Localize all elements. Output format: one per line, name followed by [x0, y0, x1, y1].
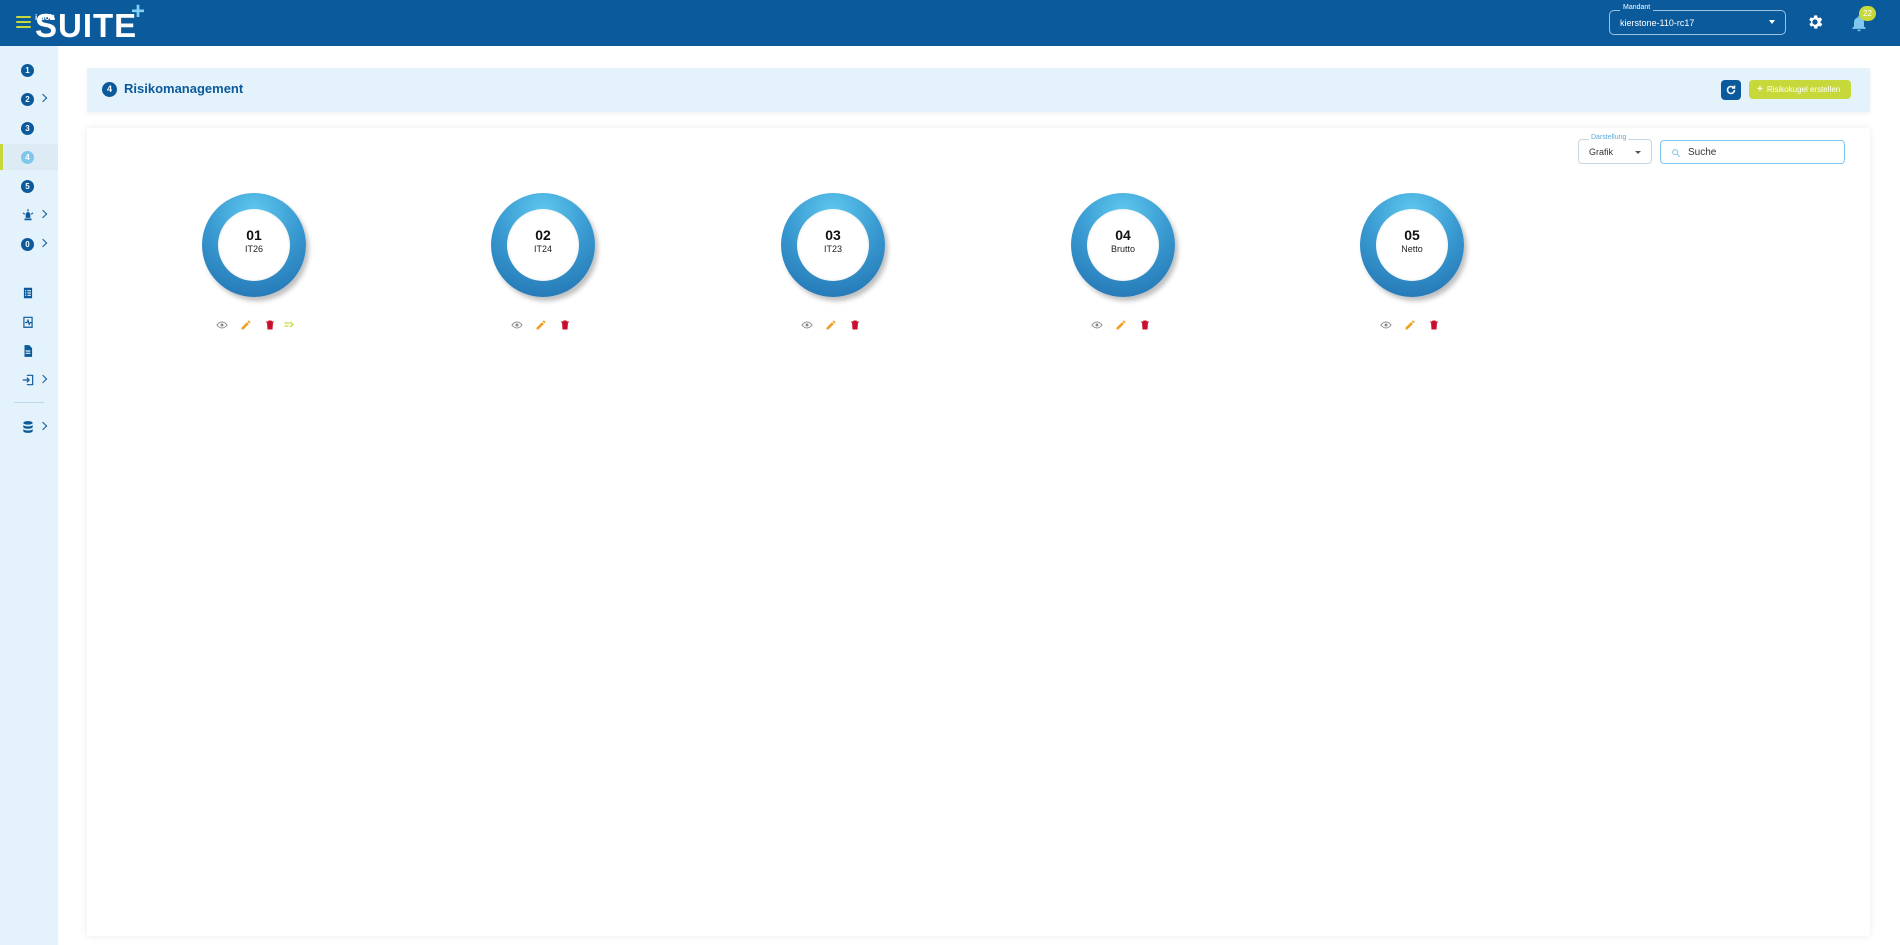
risikokugel-name: IT24	[533, 244, 552, 254]
risikokugel-02[interactable]: 02 IT24	[491, 193, 595, 297]
chevron-right-icon	[38, 238, 48, 248]
eye-icon[interactable]	[1091, 319, 1103, 331]
trash-icon[interactable]	[849, 319, 861, 331]
sidebar-item-5[interactable]: 5	[0, 173, 58, 199]
sidebar-item-3[interactable]: 3	[0, 115, 58, 141]
create-risikokugel-button[interactable]: + Risikokugel erstellen	[1749, 80, 1851, 99]
risikokugel-label: 04 Brutto	[1087, 209, 1159, 281]
trash-icon[interactable]	[559, 319, 571, 331]
risikokugel-03[interactable]: 03 IT23	[781, 193, 885, 297]
risikokugel-name: Brutto	[1110, 244, 1135, 254]
darstellung-select[interactable]: Darstellung Grafik	[1578, 134, 1652, 164]
page-title: Risikomanagement	[124, 81, 244, 96]
risikokugel-number: 01	[246, 227, 262, 243]
sidebar-item-label: 0	[21, 238, 34, 251]
main-content	[87, 128, 1870, 936]
search-box[interactable]	[1660, 140, 1845, 164]
risikokugel-05-actions	[1380, 319, 1440, 333]
document-icon	[24, 345, 33, 357]
risikokugel-label: 01 IT26	[218, 209, 290, 281]
pencil-icon[interactable]	[1404, 319, 1416, 331]
clipboard-list-icon	[23, 287, 33, 299]
sidebar-item-0[interactable]: 0	[0, 231, 58, 257]
sidebar-item-4[interactable]: 4	[0, 144, 58, 170]
sidebar-item-alarm[interactable]	[0, 202, 58, 228]
refresh-icon	[1726, 85, 1736, 95]
search-icon	[1672, 149, 1681, 158]
sidebar-item-document[interactable]	[0, 338, 58, 364]
risikokugel-number: 03	[825, 227, 841, 243]
sidebar-item-monitor[interactable]	[0, 309, 58, 335]
search-input[interactable]	[1686, 145, 1836, 160]
eye-icon[interactable]	[216, 319, 228, 331]
pencil-icon[interactable]	[825, 319, 837, 331]
alarm-light-icon	[22, 209, 34, 221]
create-button-label: Risikokugel erstellen	[1766, 85, 1841, 94]
risikokugel-name: IT26	[244, 244, 263, 254]
risikokugel-04-actions	[1091, 319, 1151, 333]
clipboard-pulse-icon	[23, 316, 33, 328]
risikokugel-01-actions	[216, 319, 296, 333]
sidebar-item-label: 1	[21, 64, 34, 77]
sidebar-item-label: 2	[21, 93, 34, 106]
mandant-select[interactable]: Mandant kierstone-110-rc17	[1609, 4, 1786, 35]
top-bar: i-doit SUITE + Mandant kierstone-110-rc1…	[0, 0, 1900, 46]
page-header: 4 Risikomanagement + Risikokugel erstelle…	[87, 68, 1870, 112]
module-badge: 4	[102, 82, 117, 97]
risikokugel-number: 04	[1115, 227, 1131, 243]
risikokugel-number: 02	[535, 227, 551, 243]
sidebar: 1 2 3 4 5 0	[0, 46, 58, 945]
sidebar-item-2[interactable]: 2	[0, 86, 58, 112]
pencil-icon[interactable]	[535, 319, 547, 331]
plus-icon: +	[1757, 84, 1763, 95]
risikokugel-01[interactable]: 01 IT26	[202, 193, 306, 297]
risikokugel-02-actions	[511, 319, 571, 333]
sign-in-icon	[22, 374, 34, 386]
notification-badge: 22	[1859, 6, 1876, 21]
trash-icon[interactable]	[1428, 319, 1440, 331]
eye-icon[interactable]	[801, 319, 813, 331]
risikokugel-03-actions	[801, 319, 861, 333]
risikokugel-name: Netto	[1401, 244, 1423, 254]
trash-icon[interactable]	[264, 319, 276, 331]
sidebar-item-database[interactable]	[0, 414, 58, 440]
pencil-icon[interactable]	[240, 319, 252, 331]
risikokugel-05[interactable]: 05 Netto	[1360, 193, 1464, 297]
darstellung-label: Darstellung	[1589, 134, 1629, 141]
chevron-down-icon	[1769, 20, 1775, 24]
gear-icon[interactable]	[1806, 13, 1824, 31]
risikokugel-name: IT23	[823, 244, 842, 254]
risikokugel-04[interactable]: 04 Brutto	[1071, 193, 1175, 297]
chevron-right-icon	[38, 93, 48, 103]
chevron-right-icon	[38, 421, 48, 431]
darstellung-value: Grafik	[1589, 147, 1614, 157]
pencil-icon[interactable]	[1115, 319, 1127, 331]
eye-icon[interactable]	[511, 319, 523, 331]
sidebar-item-label: 4	[21, 151, 34, 164]
eye-icon[interactable]	[1380, 319, 1392, 331]
sidebar-item-label: 3	[21, 122, 34, 135]
chevron-down-icon	[1635, 151, 1641, 154]
refresh-button[interactable]	[1721, 80, 1741, 100]
app-logo[interactable]: SUITE	[35, 9, 137, 43]
mandant-value: kierstone-110-rc17	[1620, 18, 1695, 28]
sidebar-divider	[14, 402, 44, 403]
sidebar-item-1[interactable]: 1	[0, 57, 58, 83]
trash-icon[interactable]	[1139, 319, 1151, 331]
chevron-right-icon	[38, 209, 48, 219]
risikokugel-number: 05	[1404, 227, 1420, 243]
risikokugel-label: 02 IT24	[507, 209, 579, 281]
risikokugel-label: 05 Netto	[1376, 209, 1448, 281]
sidebar-item-label: 5	[21, 180, 34, 193]
menu-icon[interactable]	[16, 16, 31, 28]
sidebar-item-checklist[interactable]	[0, 280, 58, 306]
database-icon	[23, 421, 33, 433]
chevron-right-icon	[38, 374, 48, 384]
mandant-label: Mandant	[1620, 4, 1654, 11]
export-icon[interactable]	[283, 319, 295, 331]
sidebar-item-import[interactable]	[0, 367, 58, 393]
logo-plus-icon: +	[131, 0, 146, 25]
risikokugel-label: 03 IT23	[797, 209, 869, 281]
